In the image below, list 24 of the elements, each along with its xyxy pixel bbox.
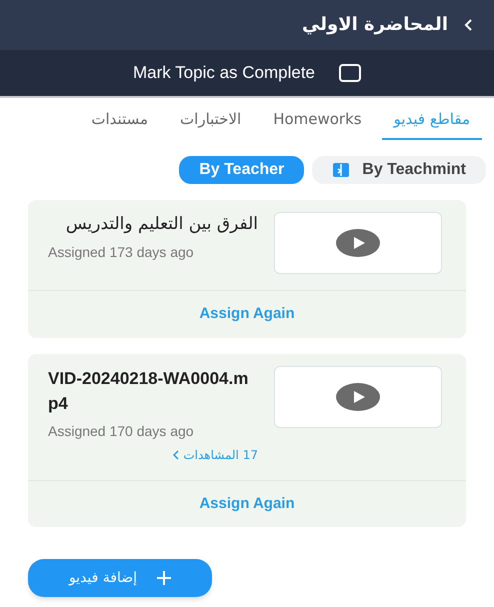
plus-icon <box>157 571 172 585</box>
tab[interactable]: Homeworks <box>261 96 374 140</box>
tab[interactable]: الاختبارات <box>168 96 254 140</box>
assigned-time: Assigned 170 days ago <box>48 422 195 441</box>
video-thumbnail[interactable] <box>274 212 442 274</box>
video-thumbnail[interactable] <box>274 366 442 428</box>
play-icon <box>336 229 380 257</box>
filter-button[interactable]: By Teachmint <box>312 156 486 184</box>
filter-button[interactable]: By Teacher <box>179 156 304 184</box>
video-title: الفرق بين التعليم والتدريس <box>64 213 258 236</box>
mark-complete-label: Mark Topic as Complete <box>132 62 316 84</box>
page-title: المحاضرة الاولي <box>302 13 448 37</box>
tab[interactable]: مقاطع فيديو <box>382 96 482 140</box>
assign-again-button[interactable]: Assign Again <box>199 303 295 326</box>
add-video-button[interactable]: إضافة فيديو <box>28 559 212 597</box>
back-chevron-icon[interactable] <box>464 18 474 32</box>
views-link[interactable]: 17 المشاهدات <box>173 446 258 464</box>
tab[interactable]: مستندات <box>79 96 160 140</box>
assigned-time: Assigned 173 days ago <box>48 242 195 262</box>
complete-checkbox[interactable] <box>339 64 362 82</box>
assign-again-button[interactable]: Assign Again <box>199 492 295 515</box>
video-title: VID-20240218-WA0004.mp4 <box>48 368 250 415</box>
play-icon <box>336 382 380 410</box>
chevron-icon <box>173 450 180 460</box>
